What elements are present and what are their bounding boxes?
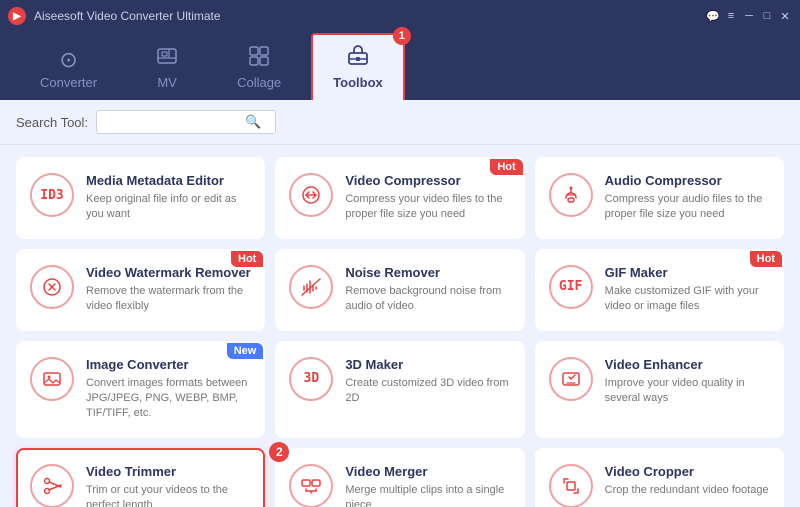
search-input-wrap: 🔍 — [96, 110, 276, 134]
tool-name-noise-remover: Noise Remover — [345, 265, 510, 280]
tool-name-video-trimmer: Video Trimmer — [86, 464, 251, 479]
tool-desc-audio-compressor: Compress your audio files to the proper … — [605, 192, 770, 223]
tool-icon-noise-remover — [289, 265, 333, 309]
tool-name-media-metadata-editor: Media Metadata Editor — [86, 173, 251, 188]
tool-desc-noise-remover: Remove background noise from audio of vi… — [345, 284, 510, 315]
tool-name-video-enhancer: Video Enhancer — [605, 357, 770, 372]
tool-card-audio-compressor[interactable]: Audio Compressor Compress your audio fil… — [535, 157, 784, 239]
maximize-button[interactable]: □ — [760, 9, 774, 23]
circle-badge: 2 — [269, 442, 289, 462]
tool-name-3d-maker: 3D Maker — [345, 357, 510, 372]
tab-mv[interactable]: MV — [127, 37, 207, 100]
minimize-button[interactable]: ─ — [742, 9, 756, 23]
tool-info-video-compressor: Video Compressor Compress your video fil… — [345, 173, 510, 223]
search-icon[interactable]: 🔍 — [245, 114, 261, 130]
tool-icon-video-enhancer — [549, 357, 593, 401]
tool-card-media-metadata-editor[interactable]: ID3 Media Metadata Editor Keep original … — [16, 157, 265, 239]
toolbox-badge: 1 — [393, 27, 411, 45]
tool-desc-gif-maker: Make customized GIF with your video or i… — [605, 284, 770, 315]
tool-name-image-converter: Image Converter — [86, 357, 251, 372]
tab-collage[interactable]: Collage — [217, 37, 301, 100]
tool-icon-video-merger — [289, 464, 333, 507]
tool-desc-3d-maker: Create customized 3D video from 2D — [345, 376, 510, 407]
tool-icon-gif-maker: GIF — [549, 265, 593, 309]
tool-name-video-compressor: Video Compressor — [345, 173, 510, 188]
tool-info-noise-remover: Noise Remover Remove background noise fr… — [345, 265, 510, 315]
menu-button[interactable]: ≡ — [724, 9, 738, 23]
title-bar-controls: 💬 ≡ ─ □ ✕ — [706, 9, 792, 23]
tool-desc-video-compressor: Compress your video files to the proper … — [345, 192, 510, 223]
tab-mv-label: MV — [157, 75, 177, 90]
tool-name-audio-compressor: Audio Compressor — [605, 173, 770, 188]
close-button[interactable]: ✕ — [778, 9, 792, 23]
tool-desc-media-metadata-editor: Keep original file info or edit as you w… — [86, 192, 251, 223]
tool-card-video-watermark-remover[interactable]: Hot Video Watermark Remover Remove the w… — [16, 249, 265, 331]
tool-card-image-converter[interactable]: New Image Converter Convert images forma… — [16, 341, 265, 438]
tag-hot: Hot — [231, 251, 263, 267]
tool-icon-video-trimmer — [30, 464, 74, 507]
tool-name-video-watermark-remover: Video Watermark Remover — [86, 265, 251, 280]
tool-icon-video-watermark-remover — [30, 265, 74, 309]
search-label: Search Tool: — [16, 115, 88, 130]
tab-converter-label: Converter — [40, 75, 97, 90]
tool-icon-audio-compressor — [549, 173, 593, 217]
tool-card-video-merger[interactable]: 2 Video Merger Merge multiple clips into… — [275, 448, 524, 507]
tab-toolbox-label: Toolbox — [333, 75, 383, 90]
tool-icon-image-converter — [30, 357, 74, 401]
mv-icon — [156, 45, 178, 71]
tool-desc-video-trimmer: Trim or cut your videos to the perfect l… — [86, 483, 251, 507]
grid-scroll: ID3 Media Metadata Editor Keep original … — [0, 145, 800, 507]
tool-card-video-enhancer[interactable]: Video Enhancer Improve your video qualit… — [535, 341, 784, 438]
collage-icon — [248, 45, 270, 71]
tool-name-video-cropper: Video Cropper — [605, 464, 770, 479]
tag-hot: Hot — [750, 251, 782, 267]
tool-icon-video-cropper — [549, 464, 593, 507]
tool-card-video-cropper[interactable]: Video Cropper Crop the redundant video f… — [535, 448, 784, 507]
tool-info-video-merger: Video Merger Merge multiple clips into a… — [345, 464, 510, 507]
tool-card-video-trimmer[interactable]: Video Trimmer Trim or cut your videos to… — [16, 448, 265, 507]
tool-desc-image-converter: Convert images formats between JPG/JPEG,… — [86, 376, 251, 422]
tool-info-3d-maker: 3D Maker Create customized 3D video from… — [345, 357, 510, 407]
app-logo: ▶ — [8, 7, 26, 25]
tool-grid: ID3 Media Metadata Editor Keep original … — [16, 157, 784, 507]
tag-new: New — [227, 343, 264, 359]
tool-name-video-merger: Video Merger — [345, 464, 510, 479]
tool-info-video-cropper: Video Cropper Crop the redundant video f… — [605, 464, 770, 498]
main-content: Search Tool: 🔍 ID3 Media Metadata Editor… — [0, 100, 800, 507]
tag-hot: Hot — [490, 159, 522, 175]
nav-tabs: ⊙ Converter MV Collage 1 — [0, 32, 800, 100]
converter-icon: ⊙ — [59, 49, 77, 71]
tab-collage-label: Collage — [237, 75, 281, 90]
tool-info-media-metadata-editor: Media Metadata Editor Keep original file… — [86, 173, 251, 223]
title-bar-title: Aiseesoft Video Converter Ultimate — [34, 9, 221, 23]
toolbox-icon — [346, 43, 370, 71]
tool-card-3d-maker[interactable]: 3D 3D Maker Create customized 3D video f… — [275, 341, 524, 438]
tool-info-video-trimmer: Video Trimmer Trim or cut your videos to… — [86, 464, 251, 507]
tool-card-gif-maker[interactable]: Hot GIF GIF Maker Make customized GIF wi… — [535, 249, 784, 331]
tool-desc-video-watermark-remover: Remove the watermark from the video flex… — [86, 284, 251, 315]
tool-info-video-enhancer: Video Enhancer Improve your video qualit… — [605, 357, 770, 407]
search-bar: Search Tool: 🔍 — [0, 100, 800, 145]
tool-desc-video-enhancer: Improve your video quality in several wa… — [605, 376, 770, 407]
tool-desc-video-merger: Merge multiple clips into a single piece — [345, 483, 510, 507]
title-bar-left: ▶ Aiseesoft Video Converter Ultimate — [8, 7, 221, 25]
search-input[interactable] — [105, 115, 245, 130]
tool-desc-video-cropper: Crop the redundant video footage — [605, 483, 770, 498]
tool-info-image-converter: Image Converter Convert images formats b… — [86, 357, 251, 422]
tool-card-video-compressor[interactable]: Hot Video Compressor Compress your video… — [275, 157, 524, 239]
tab-toolbox[interactable]: 1 Toolbox — [311, 33, 405, 100]
tab-converter[interactable]: ⊙ Converter — [20, 41, 117, 100]
tool-icon-media-metadata-editor: ID3 — [30, 173, 74, 217]
tool-info-audio-compressor: Audio Compressor Compress your audio fil… — [605, 173, 770, 223]
tool-info-gif-maker: GIF Maker Make customized GIF with your … — [605, 265, 770, 315]
tool-name-gif-maker: GIF Maker — [605, 265, 770, 280]
tool-icon-3d-maker: 3D — [289, 357, 333, 401]
tool-card-noise-remover[interactable]: Noise Remover Remove background noise fr… — [275, 249, 524, 331]
tool-icon-video-compressor — [289, 173, 333, 217]
tool-info-video-watermark-remover: Video Watermark Remover Remove the water… — [86, 265, 251, 315]
chat-button[interactable]: 💬 — [706, 9, 720, 23]
